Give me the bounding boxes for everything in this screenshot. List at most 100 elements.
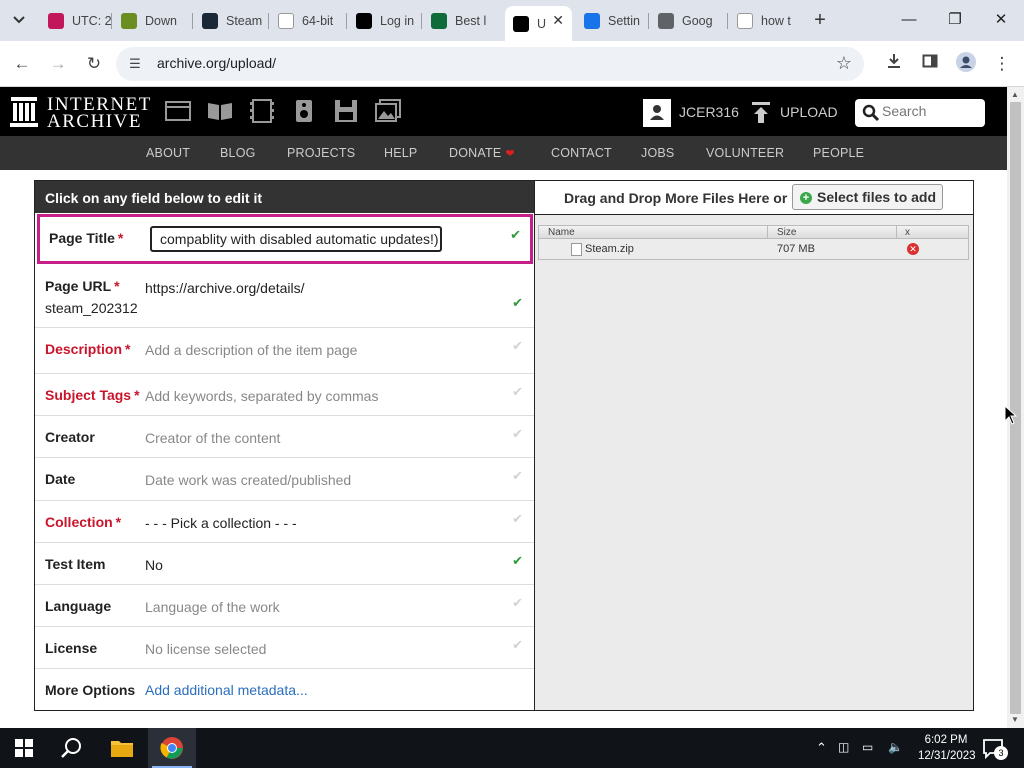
date-value[interactable]: Date work was created/published	[145, 472, 351, 488]
test-item-value[interactable]: No	[145, 557, 163, 573]
video-film-icon[interactable]	[249, 99, 275, 123]
back-button[interactable]: ←	[10, 52, 34, 76]
site-search-box[interactable]	[855, 99, 985, 127]
more-options-label: More Options	[45, 682, 136, 698]
file-name: Steam.zip	[585, 243, 634, 255]
license-value[interactable]: No license selected	[145, 641, 266, 657]
metadata-form: Click on any field below to edit it Page…	[34, 180, 535, 711]
software-floppy-icon[interactable]	[333, 99, 359, 123]
audio-speaker-icon[interactable]	[291, 99, 317, 123]
browser-tab-2[interactable]: Down	[113, 6, 193, 35]
tray-overflow-icon[interactable]: ⌃	[816, 740, 827, 756]
nav-people[interactable]: PEOPLE	[813, 146, 864, 160]
downloads-icon[interactable]	[882, 52, 906, 76]
search-input[interactable]	[882, 103, 978, 119]
description-row[interactable]: Description * Add a description of the ite…	[35, 328, 534, 374]
nav-donate[interactable]: DONATE ❤	[449, 146, 515, 160]
reload-button[interactable]: ↻	[82, 52, 106, 76]
scroll-down-arrow-icon[interactable]: ▼	[1011, 715, 1019, 724]
page-url-slug[interactable]: steam_202312	[45, 300, 138, 316]
tab-label: 64-bit	[302, 13, 334, 28]
nav-projects[interactable]: PROJECTS	[287, 146, 355, 160]
select-files-button[interactable]: + Select files to add	[792, 184, 943, 210]
nav-jobs[interactable]: JOBS	[641, 146, 674, 160]
creator-value[interactable]: Creator of the content	[145, 430, 280, 446]
drag-drop-text: Drag and Drop More Files Here or	[564, 190, 788, 206]
browser-tab-3[interactable]: Steam	[194, 6, 269, 35]
tab-favicon-icon	[431, 12, 447, 29]
subject-tags-row[interactable]: Subject Tags * Add keywords, separated by …	[35, 374, 534, 416]
subject-tags-value[interactable]: Add keywords, separated by commas	[145, 388, 378, 404]
scroll-up-arrow-icon[interactable]: ▲	[1011, 90, 1019, 99]
page-title-input[interactable]: compablity with disabled automatic updat…	[150, 226, 442, 252]
language-value[interactable]: Language of the work	[145, 599, 280, 615]
tab-search-button[interactable]	[6, 8, 32, 32]
texts-book-icon[interactable]	[207, 99, 233, 123]
nav-about[interactable]: ABOUT	[146, 146, 190, 160]
nav-help[interactable]: HELP	[384, 146, 417, 160]
description-value[interactable]: Add a description of the item page	[145, 342, 357, 358]
file-row[interactable]: Steam.zip 707 MB ✕	[539, 239, 968, 259]
minimize-button[interactable]: —	[894, 8, 924, 32]
tab-separator	[727, 13, 728, 29]
browser-tab-10[interactable]: how t	[729, 6, 801, 35]
browser-tab-8[interactable]: Settin	[576, 6, 648, 35]
browser-menu-icon[interactable]: ⋮	[990, 52, 1014, 76]
address-bar[interactable]: ☰ archive.org/upload/ ☆	[116, 47, 864, 81]
user-silhouette-icon	[650, 105, 664, 120]
taskbar-search-button[interactable]	[48, 728, 96, 768]
column-name[interactable]: Name	[548, 227, 575, 238]
url-text[interactable]: archive.org/upload/	[157, 55, 276, 71]
license-row[interactable]: License No license selected ✔	[35, 627, 534, 669]
collection-label: Collection *	[45, 514, 122, 530]
new-tab-button[interactable]: +	[810, 9, 830, 31]
nav-donate-label: DONATE	[449, 146, 502, 160]
browser-tab-6[interactable]: Best l	[423, 6, 503, 35]
upload-link[interactable]: UPLOAD	[780, 104, 838, 120]
web-archive-icon[interactable]	[165, 99, 191, 123]
collection-row[interactable]: Collection * - - - Pick a collection - - -…	[35, 501, 534, 543]
network-status-icon[interactable]: ◫	[838, 740, 849, 754]
tab-label: Log in	[380, 13, 415, 28]
user-avatar[interactable]	[643, 99, 671, 127]
volume-muted-icon[interactable]: 🔈	[888, 740, 903, 754]
display-icon[interactable]: ▭	[862, 740, 873, 754]
browser-tab-4[interactable]: 64-bit	[270, 6, 347, 35]
browser-tab-7[interactable]: U ✕	[505, 6, 572, 41]
side-panel-icon[interactable]	[918, 52, 942, 76]
bookmark-star-icon[interactable]: ☆	[836, 53, 852, 74]
test-item-row[interactable]: Test Item No ✔	[35, 543, 534, 585]
username-link[interactable]: JCER316	[679, 104, 739, 120]
file-explorer-button[interactable]	[98, 728, 146, 768]
page-url-row[interactable]: Page URL * steam_202312 https://archive.o…	[35, 267, 534, 328]
language-row[interactable]: Language Language of the work ✔	[35, 585, 534, 627]
add-metadata-link[interactable]: Add additional metadata...	[145, 682, 308, 698]
taskbar-clock[interactable]: 6:02 PM 12/31/2023	[918, 732, 976, 764]
upload-arrow-icon[interactable]	[751, 101, 771, 125]
profile-avatar-icon[interactable]	[954, 52, 978, 76]
browser-tab-5[interactable]: Log in	[348, 6, 422, 35]
start-button[interactable]	[0, 728, 48, 768]
close-window-button[interactable]: ✕	[986, 8, 1016, 32]
creator-row[interactable]: Creator Creator of the content ✔	[35, 416, 534, 458]
nav-volunteer[interactable]: VOLUNTEER	[706, 146, 784, 160]
date-row[interactable]: Date Date work was created/published ✔	[35, 458, 534, 501]
column-size[interactable]: Size	[777, 227, 796, 238]
nav-blog[interactable]: BLOG	[220, 146, 256, 160]
site-info-icon[interactable]: ☰	[126, 55, 144, 73]
tab-label: Settin	[608, 13, 640, 28]
page-title-row[interactable]: Page Title * compablity with disabled aut…	[37, 214, 533, 264]
collection-value[interactable]: - - - Pick a collection - - -	[145, 515, 297, 531]
check-icon: ✔	[512, 426, 523, 441]
forward-button[interactable]: →	[46, 52, 70, 76]
browser-tab-1[interactable]: UTC: 2	[40, 6, 112, 35]
images-icon[interactable]	[375, 99, 401, 123]
nav-contact[interactable]: CONTACT	[551, 146, 612, 160]
license-label: License	[45, 640, 98, 656]
restore-button[interactable]: ❐	[940, 8, 970, 32]
browser-tab-9[interactable]: Goog	[650, 6, 728, 35]
remove-file-icon[interactable]: ✕	[907, 243, 919, 255]
tab-close-icon[interactable]: ✕	[552, 12, 564, 29]
creator-label: Creator	[45, 429, 95, 445]
chrome-taskbar-button[interactable]	[148, 728, 196, 768]
